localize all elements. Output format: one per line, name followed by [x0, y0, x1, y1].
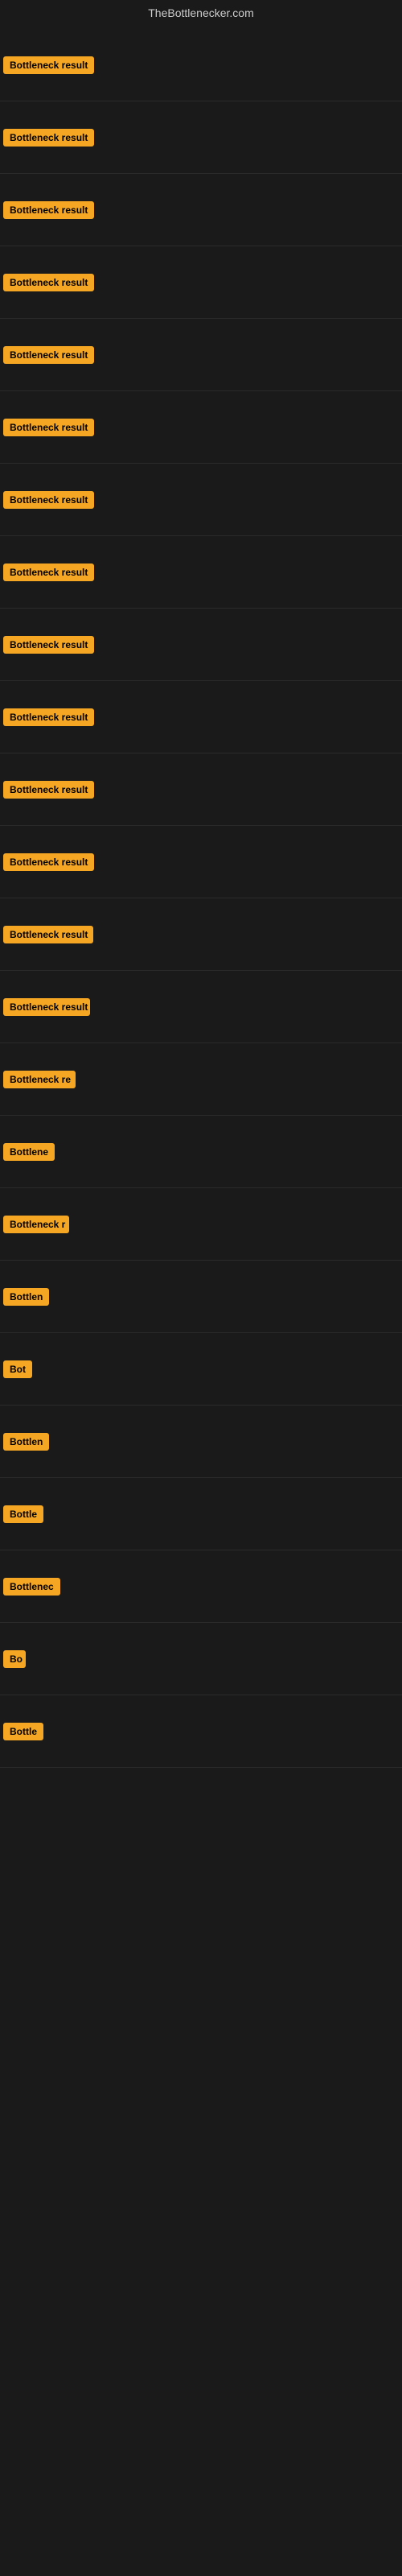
- bottleneck-badge[interactable]: Bottleneck result: [3, 201, 94, 219]
- bottleneck-badge[interactable]: Bottlene: [3, 1143, 55, 1161]
- list-item: Bottleneck result: [0, 609, 402, 681]
- list-item: Bottle: [0, 1695, 402, 1768]
- bottleneck-badge[interactable]: Bottleneck result: [3, 419, 94, 436]
- list-item: Bottleneck result: [0, 681, 402, 753]
- bottleneck-badge[interactable]: Bottleneck result: [3, 781, 94, 799]
- list-item: Bottleneck result: [0, 391, 402, 464]
- site-title: TheBottlenecker.com: [0, 0, 402, 26]
- bottleneck-badge[interactable]: Bottlen: [3, 1288, 49, 1306]
- bottleneck-badge[interactable]: Bottleneck result: [3, 564, 94, 581]
- bottleneck-badge[interactable]: Bottleneck result: [3, 56, 94, 74]
- bottleneck-badge[interactable]: Bottleneck result: [3, 708, 94, 726]
- bottleneck-badge[interactable]: Bottle: [3, 1505, 43, 1523]
- bottleneck-badge[interactable]: Bottleneck result: [3, 491, 94, 509]
- list-item: Bottleneck result: [0, 971, 402, 1043]
- bottleneck-badge[interactable]: Bottle: [3, 1723, 43, 1740]
- bottleneck-badge[interactable]: Bo: [3, 1650, 26, 1668]
- list-item: Bottleneck result: [0, 29, 402, 101]
- list-item: Bottleneck result: [0, 753, 402, 826]
- list-item: Bottleneck result: [0, 826, 402, 898]
- bottleneck-badge[interactable]: Bottlenec: [3, 1578, 60, 1596]
- list-item: Bottleneck re: [0, 1043, 402, 1116]
- list-item: Bottleneck r: [0, 1188, 402, 1261]
- list-item: Bottlen: [0, 1406, 402, 1478]
- list-item: Bottleneck result: [0, 174, 402, 246]
- list-item: Bot: [0, 1333, 402, 1406]
- list-item: Bo: [0, 1623, 402, 1695]
- list-item: Bottlen: [0, 1261, 402, 1333]
- list-item: Bottleneck result: [0, 898, 402, 971]
- list-item: Bottleneck result: [0, 464, 402, 536]
- bottleneck-badge[interactable]: Bottleneck result: [3, 129, 94, 147]
- list-item: Bottle: [0, 1478, 402, 1550]
- bottleneck-badge[interactable]: Bottleneck result: [3, 636, 94, 654]
- list-item: Bottleneck result: [0, 536, 402, 609]
- bottleneck-badge[interactable]: Bottleneck result: [3, 998, 90, 1016]
- list-item: Bottleneck result: [0, 319, 402, 391]
- site-header: TheBottlenecker.com: [0, 0, 402, 26]
- bottleneck-badge[interactable]: Bottleneck result: [3, 346, 94, 364]
- bottleneck-badge[interactable]: Bottleneck r: [3, 1216, 69, 1233]
- bottleneck-badge[interactable]: Bottleneck result: [3, 274, 94, 291]
- bottleneck-badge[interactable]: Bottleneck result: [3, 853, 94, 871]
- bottleneck-badge[interactable]: Bottlen: [3, 1433, 49, 1451]
- list-item: Bottleneck result: [0, 101, 402, 174]
- list-item: Bottlenec: [0, 1550, 402, 1623]
- list-item: Bottlene: [0, 1116, 402, 1188]
- bottleneck-badge[interactable]: Bot: [3, 1360, 32, 1378]
- list-item: Bottleneck result: [0, 246, 402, 319]
- bottleneck-badge[interactable]: Bottleneck re: [3, 1071, 76, 1088]
- items-container: Bottleneck result Bottleneck result Bottle…: [0, 26, 402, 1771]
- bottleneck-badge[interactable]: Bottleneck result: [3, 926, 93, 943]
